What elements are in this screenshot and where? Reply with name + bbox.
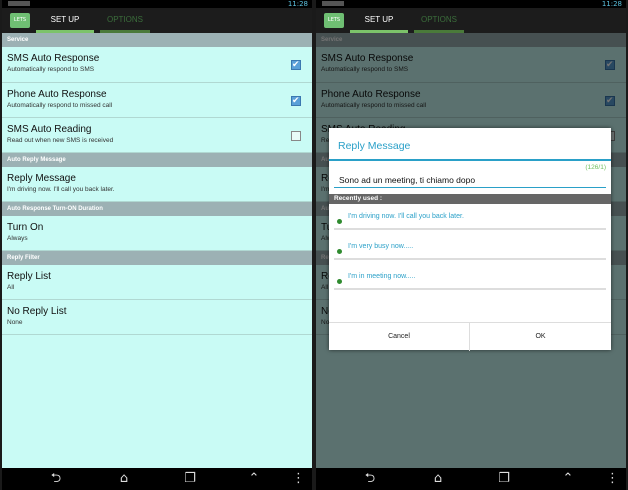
settings-screen: 11:28 LETS SET UP OPTIONS Service SMS Au… bbox=[2, 0, 312, 490]
home-icon[interactable]: ⌂ bbox=[116, 471, 132, 487]
setting-sms-auto-response[interactable]: SMS Auto Response Automatically respond … bbox=[2, 47, 312, 83]
setting-title: Reply List bbox=[7, 271, 51, 282]
status-time: 11:28 bbox=[601, 0, 622, 8]
reply-message-input[interactable] bbox=[334, 172, 606, 188]
ok-button[interactable]: OK bbox=[470, 323, 611, 351]
status-time: 11:28 bbox=[287, 0, 308, 8]
phone-auto-response-checkbox[interactable] bbox=[291, 95, 301, 106]
bullet-icon bbox=[337, 279, 342, 284]
recent-message-item[interactable]: I'm driving now. I'll call you back late… bbox=[334, 210, 606, 230]
cancel-button[interactable]: Cancel bbox=[329, 323, 470, 351]
setting-title: Phone Auto Response bbox=[7, 89, 107, 100]
screenshot-pair: 11:28 LETS SET UP OPTIONS Service SMS Au… bbox=[0, 0, 628, 490]
navigation-bar: ⮌ ⌂ ❐ ⌃ ⋮ bbox=[2, 468, 312, 490]
section-service: Service bbox=[2, 33, 312, 47]
recent-message-item[interactable]: I'm in meeting now..... bbox=[334, 270, 606, 290]
setting-title: Reply Message bbox=[7, 173, 76, 184]
bullet-icon bbox=[337, 249, 342, 254]
app-logo-icon: LETS bbox=[324, 13, 344, 28]
notification-icons bbox=[322, 1, 344, 6]
setting-subtitle: Automatically respond to missed call bbox=[7, 102, 113, 109]
setting-title: SMS Auto Reading bbox=[7, 124, 92, 135]
tab-setup[interactable]: SET UP bbox=[350, 8, 408, 33]
back-icon[interactable]: ⮌ bbox=[362, 471, 378, 487]
section-reply-filter: Reply Filter bbox=[2, 251, 312, 265]
tab-setup[interactable]: SET UP bbox=[36, 8, 94, 33]
setting-title: SMS Auto Response bbox=[7, 53, 100, 64]
notification-icons bbox=[8, 1, 30, 6]
sms-auto-response-checkbox[interactable] bbox=[291, 59, 301, 70]
setting-subtitle: All bbox=[7, 284, 15, 291]
setting-title: Turn On bbox=[7, 222, 44, 233]
menu-up-icon[interactable]: ⌃ bbox=[246, 471, 262, 487]
setting-reply-message[interactable]: Reply Message I'm driving now. I'll call… bbox=[2, 167, 312, 202]
recent-apps-icon[interactable]: ❐ bbox=[496, 471, 512, 487]
dialog-button-row: Cancel OK bbox=[329, 322, 611, 351]
navigation-bar: ⮌ ⌂ ❐ ⌃ ⋮ bbox=[316, 468, 626, 490]
status-bar: 11:28 bbox=[316, 0, 626, 8]
setting-subtitle: I'm driving now. I'll call you back late… bbox=[7, 186, 115, 193]
setting-title: No Reply List bbox=[7, 306, 67, 317]
menu-up-icon[interactable]: ⌃ bbox=[560, 471, 576, 487]
settings-screen-with-dialog: 11:28 LETS SET UP OPTIONS Service SMS Au… bbox=[316, 0, 626, 490]
setting-subtitle: Always bbox=[7, 235, 28, 242]
section-auto-reply: Auto Reply Message bbox=[2, 153, 312, 167]
tab-options[interactable]: OPTIONS bbox=[100, 8, 150, 33]
reply-message-dialog: Reply Message (126/1) Recently used : I'… bbox=[329, 128, 611, 351]
bullet-icon bbox=[337, 219, 342, 224]
dialog-title: Reply Message bbox=[329, 128, 611, 161]
status-bar: 11:28 bbox=[2, 0, 312, 8]
tab-options[interactable]: OPTIONS bbox=[414, 8, 464, 33]
setting-subtitle: Automatically respond to SMS bbox=[7, 66, 95, 73]
setting-reply-list[interactable]: Reply List All bbox=[2, 265, 312, 300]
overflow-icon[interactable]: ⋮ bbox=[292, 471, 305, 487]
overflow-icon[interactable]: ⋮ bbox=[606, 471, 619, 487]
character-counter: (126/1) bbox=[585, 164, 606, 171]
section-duration: Auto Response Turn-ON Duration bbox=[2, 202, 312, 216]
recent-message-text: I'm driving now. I'll call you back late… bbox=[348, 213, 464, 220]
setting-subtitle: Read out when new SMS is received bbox=[7, 137, 114, 144]
sms-auto-reading-checkbox[interactable] bbox=[291, 131, 301, 141]
recent-message-text: I'm in meeting now..... bbox=[348, 273, 416, 280]
setting-no-reply-list[interactable]: No Reply List None bbox=[2, 300, 312, 335]
setting-phone-auto-response[interactable]: Phone Auto Response Automatically respon… bbox=[2, 83, 312, 118]
action-bar: LETS SET UP OPTIONS bbox=[2, 8, 312, 33]
home-icon[interactable]: ⌂ bbox=[430, 471, 446, 487]
recently-used-header: Recently used : bbox=[329, 194, 611, 204]
setting-subtitle: None bbox=[7, 319, 23, 326]
app-logo-icon: LETS bbox=[10, 13, 30, 28]
recent-message-item[interactable]: I'm very busy now..... bbox=[334, 240, 606, 260]
action-bar: LETS SET UP OPTIONS bbox=[316, 8, 626, 33]
back-icon[interactable]: ⮌ bbox=[48, 471, 64, 487]
setting-turn-on[interactable]: Turn On Always bbox=[2, 216, 312, 251]
recent-message-text: I'm very busy now..... bbox=[348, 243, 414, 250]
recent-apps-icon[interactable]: ❐ bbox=[182, 471, 198, 487]
setting-sms-auto-reading[interactable]: SMS Auto Reading Read out when new SMS i… bbox=[2, 118, 312, 153]
